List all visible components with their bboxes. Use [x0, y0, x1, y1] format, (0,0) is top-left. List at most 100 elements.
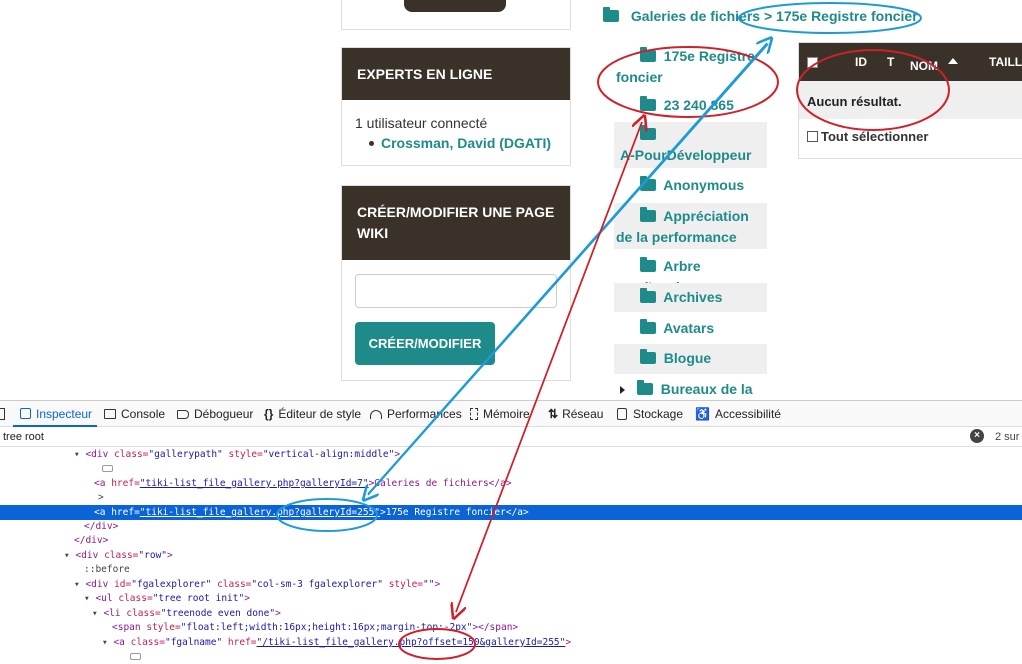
tab-console[interactable]: Console: [104, 407, 165, 421]
tree-item-label: Avatars: [663, 320, 715, 336]
tab-performances[interactable]: Performances: [370, 407, 462, 421]
devtools-toolbar: Inspecteur Console Débogueur {} Éditeur d…: [0, 400, 1022, 427]
code-line[interactable]: ▾ <ul class="tree root init">: [0, 591, 1022, 606]
tab-label: Débogueur: [194, 407, 254, 421]
tab-label: Inspecteur: [36, 407, 93, 421]
tree-item-blogue[interactable]: Blogue: [614, 344, 767, 374]
pick-element-icon[interactable]: [0, 408, 5, 420]
online-user-item: Crossman, David (DGATI): [369, 135, 551, 151]
tab-label: Stockage: [633, 407, 684, 421]
tree-item-arbre[interactable]: Arbre d'analyse: [614, 256, 767, 295]
code-line-empty-marker: [0, 650, 1022, 664]
bullet-icon: [369, 141, 374, 146]
folder-open-icon: [640, 349, 656, 364]
folder-open-icon: [640, 176, 656, 191]
tab-label: Éditeur de style: [278, 407, 362, 421]
column-t[interactable]: T: [887, 55, 894, 69]
tree-item-label: A-PourDéveloppeur: [620, 147, 752, 163]
tree-item-label: Blogue: [663, 350, 712, 366]
tab-debogueur[interactable]: Débogueur: [177, 407, 253, 421]
debugger-icon: [177, 410, 189, 419]
top-button-fragment[interactable]: [341, 0, 571, 30]
code-line[interactable]: ▾ <div class="row">: [0, 548, 1022, 563]
tree-item-appreciation[interactable]: Appréciation de la performance: [614, 203, 767, 249]
breadcrumb: Galeries de fichiers > 175e Registre fon…: [603, 7, 918, 24]
gauge-icon: [370, 410, 382, 419]
tree-item-anonymous[interactable]: Anonymous: [614, 175, 767, 199]
tree-item-label: Anonymous: [663, 177, 745, 193]
code-line[interactable]: ▾ <div class="gallerypath" style="vertic…: [0, 447, 1022, 462]
devtools-search-bar: tree root × 2 sur 2: [0, 427, 1022, 447]
tab-label: Mémoire: [483, 407, 530, 421]
folder-open-icon: [637, 380, 653, 395]
code-line[interactable]: ▾ <div id="fgalexplorer" class="col-sm-3…: [0, 577, 1022, 592]
tree-item-archives[interactable]: Archives: [614, 283, 767, 312]
wiki-panel-title: CRÉER/MODIFIER UNE PAGE WIKI: [342, 186, 570, 260]
folder-open-icon: [603, 7, 619, 22]
select-all-header-checkbox[interactable]: [807, 57, 818, 68]
wiki-create-button[interactable]: CRÉER/MODIFIER: [355, 322, 495, 365]
devtools-search-input[interactable]: tree root: [3, 431, 44, 443]
code-line-empty-marker: [0, 462, 1022, 477]
tab-accessibilite[interactable]: ♿ Accessibilité: [695, 407, 781, 421]
console-icon: [104, 409, 116, 419]
online-user-link[interactable]: Crossman, David (DGATI): [381, 135, 551, 151]
empty-result-row: Aucun résultat.: [799, 81, 1022, 119]
tab-label: Réseau: [562, 407, 604, 421]
tree-item-175e[interactable]: 175e Registre foncier: [614, 44, 767, 89]
tab-label: Performances: [387, 407, 462, 421]
ellipsis-badge: [130, 653, 141, 660]
select-all-row: Tout sélectionner: [807, 129, 928, 144]
folder-open-icon: [640, 288, 656, 303]
empty-result-text: Aucun résultat.: [807, 94, 902, 109]
tree-item-bureaux[interactable]: Bureaux de la: [614, 379, 767, 399]
tree-item-a-pour-developpeur[interactable]: A-PourDéveloppeur: [614, 122, 767, 168]
memory-chip-icon: [470, 408, 478, 420]
folder-open-icon: [640, 207, 656, 222]
code-line[interactable]: </div>: [0, 533, 1022, 548]
tree-item-avatars[interactable]: Avatars: [614, 318, 767, 342]
tab-label: Console: [121, 407, 166, 421]
wiki-panel: CRÉER/MODIFIER UNE PAGE WIKI CRÉER/MODIF…: [341, 185, 571, 381]
accessibility-icon: ♿: [695, 407, 710, 421]
tab-memoire[interactable]: Mémoire: [470, 407, 530, 421]
caret-right-icon[interactable]: [620, 386, 625, 394]
select-all-label: Tout sélectionner: [821, 129, 929, 144]
code-line[interactable]: ::before: [0, 562, 1022, 577]
tab-editeur-de-style[interactable]: {} Éditeur de style: [264, 407, 361, 421]
code-line[interactable]: </div>: [0, 519, 1022, 534]
select-all-checkbox[interactable]: [807, 131, 818, 142]
braces-icon: {}: [264, 407, 274, 421]
experts-panel-title: EXPERTS EN LIGNE: [342, 48, 570, 100]
folder-open-icon: [640, 47, 656, 62]
column-id[interactable]: ID: [855, 55, 867, 69]
experts-panel: EXPERTS EN LIGNE 1 utilisateur connecté …: [341, 47, 571, 166]
files-table: ID T NOM TAILL Aucun résultat. Tout séle…: [798, 42, 1022, 159]
table-header: ID T NOM TAILL: [799, 43, 1022, 81]
tab-inspecteur[interactable]: Inspecteur: [20, 407, 92, 421]
tree-item-23240865[interactable]: 23 240 865: [614, 95, 767, 117]
code-line[interactable]: ▾ <li class="treenode even done">: [0, 606, 1022, 621]
column-nom[interactable]: NOM: [910, 59, 938, 73]
tab-label: Accessibilité: [714, 407, 781, 421]
code-line[interactable]: ▾ <a class="fgalname" href="/tiki-list_f…: [0, 635, 1022, 650]
code-line-selected[interactable]: <a href="tiki-list_file_gallery.php?gall…: [0, 505, 1022, 520]
tree-item-label: Bureaux de la: [660, 381, 753, 397]
column-taille[interactable]: TAILL: [989, 55, 1022, 69]
search-match-count: 2 sur 2: [995, 431, 1022, 443]
wiki-page-input[interactable]: [355, 274, 557, 308]
tab-reseau[interactable]: ⇅ Réseau: [548, 407, 603, 421]
ellipsis-badge: [102, 465, 113, 472]
tree-item-label: 23 240 865: [663, 97, 734, 113]
folder-open-icon: [640, 257, 656, 272]
clear-search-icon[interactable]: ×: [970, 429, 984, 443]
code-line[interactable]: <a href="tiki-list_file_gallery.php?gall…: [0, 476, 1022, 491]
code-line[interactable]: >: [0, 490, 1022, 505]
folder-open-icon: [640, 96, 656, 111]
storage-icon: [617, 408, 627, 420]
breadcrumb-current-link[interactable]: > 175e Registre foncier: [764, 8, 918, 24]
breadcrumb-root-link[interactable]: Galeries de fichiers: [631, 8, 760, 24]
tab-stockage[interactable]: Stockage: [617, 407, 683, 421]
code-line[interactable]: <span style="float:left;width:16px;heigh…: [0, 620, 1022, 635]
tree-item-label: Archives: [663, 289, 723, 305]
